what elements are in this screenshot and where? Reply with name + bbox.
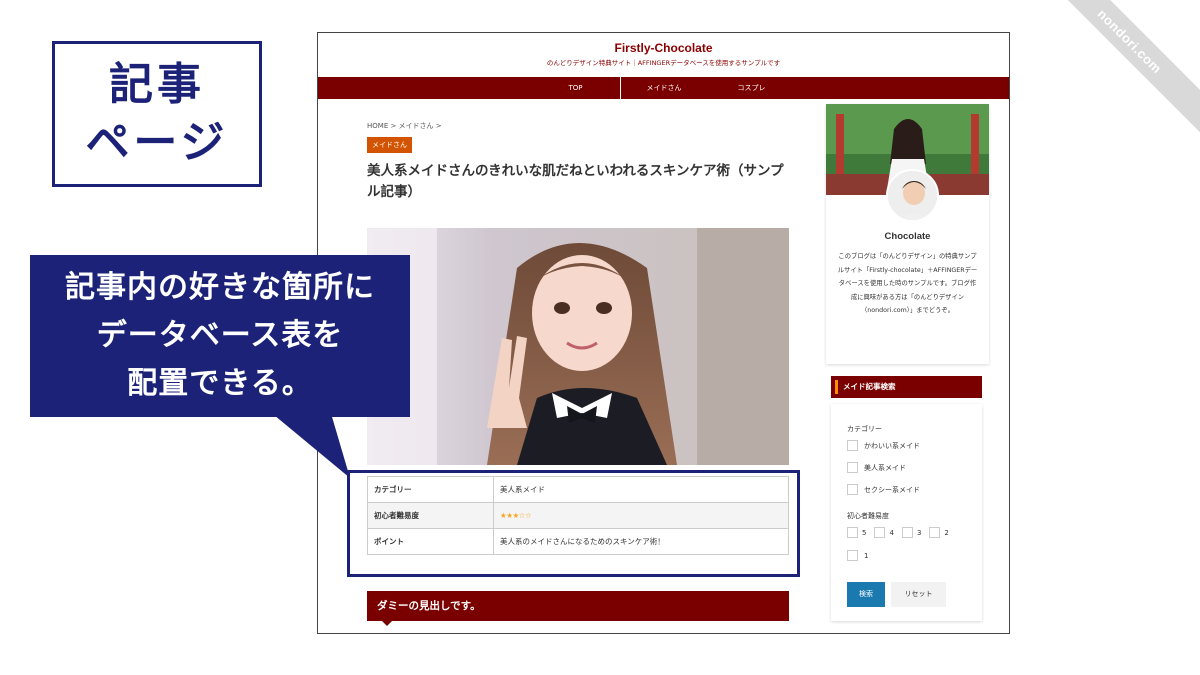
site-description: のんどりデザイン特典サイト｜AFFINGERデータベースを使用するサンプルです xyxy=(546,59,781,67)
checkbox[interactable] xyxy=(847,462,858,473)
slide-title-line1: 記事 xyxy=(109,59,205,110)
search-widget: カテゴリー かわいい系メイド 美人系メイド セクシー系メイド 初心者難易度 5 … xyxy=(831,404,982,621)
category-option-sexy[interactable]: セクシー系メイド xyxy=(847,484,920,495)
section-heading: ダミーの見出しです。 xyxy=(367,591,789,621)
avatar[interactable] xyxy=(886,169,939,222)
callout-line2: データベース表を xyxy=(96,318,344,353)
heading-notch xyxy=(382,621,392,626)
post-title: 美人系メイドさんのきれいな肌だねといわれるスキンケア術（サンプル記事） xyxy=(367,163,784,200)
slide: nondori.com 記事 ページ 記事内の好きな箇所に データベース表を 配… xyxy=(0,0,1200,675)
search-button[interactable]: 検索 xyxy=(847,582,885,607)
category-badge[interactable]: メイドさん xyxy=(367,137,412,153)
checkbox[interactable] xyxy=(847,527,858,538)
category-label: カテゴリー xyxy=(847,425,882,433)
checkbox[interactable] xyxy=(847,550,858,561)
global-nav: TOP メイドさん コスプレ xyxy=(318,77,1009,99)
slide-title-line2: ページ xyxy=(85,117,229,168)
hero-image xyxy=(367,228,789,465)
profile-card: Chocolate このブログは「のんどりデザイン」の特典サンプルサイト「Fir… xyxy=(826,104,989,364)
difficulty-option-4: 4 xyxy=(889,528,894,537)
category-option-label: 美人系メイド xyxy=(864,463,906,472)
profile-name: Chocolate xyxy=(884,231,931,242)
site-title[interactable]: Firstly-Chocolate xyxy=(318,41,1009,55)
slide-title-box: 記事 ページ xyxy=(52,41,262,187)
search-widget-heading: メイド記事検索 xyxy=(831,376,982,398)
checkbox[interactable] xyxy=(901,527,913,538)
nav-item-cosplay[interactable]: コスプレ xyxy=(708,77,796,99)
site-header: Firstly-Chocolate のんどりデザイン特典サイト｜AFFINGER… xyxy=(318,33,1009,77)
callout-line1: 記事内の好きな箇所に xyxy=(65,270,375,305)
difficulty-option-2: 2 xyxy=(944,528,949,537)
difficulty-option-5: 5 xyxy=(862,528,867,537)
nav-item-top[interactable]: TOP xyxy=(532,77,620,99)
category-option-cute[interactable]: かわいい系メイド xyxy=(847,440,920,451)
checkbox[interactable] xyxy=(847,484,858,495)
difficulty-options: 5 4 3 2 xyxy=(847,527,957,538)
ribbon-text: nondori.com xyxy=(1094,5,1166,77)
table-highlight-frame xyxy=(347,470,800,577)
difficulty-option-1: 1 xyxy=(864,551,869,560)
article-header: HOME > メイドさん > メイドさん 美人系メイドさんのきれいな肌だねといわ… xyxy=(367,121,789,203)
callout-line3: 配置できる。 xyxy=(127,366,313,401)
checkbox[interactable] xyxy=(929,527,941,538)
profile-text: このブログは「のんどりデザイン」の特典サンプルサイト「Firstly-choco… xyxy=(837,253,978,314)
nav-item-maid[interactable]: メイドさん xyxy=(619,77,708,99)
difficulty-label: 初心者難易度 xyxy=(847,512,889,520)
breadcrumb[interactable]: HOME > メイドさん > xyxy=(367,121,789,131)
maid-photo xyxy=(367,228,789,465)
category-option-label: かわいい系メイド xyxy=(864,441,920,450)
checkbox[interactable] xyxy=(874,527,886,538)
difficulty-option-3: 3 xyxy=(916,528,922,537)
corner-ribbon: nondori.com xyxy=(1027,0,1200,144)
reset-button[interactable]: リセット xyxy=(891,582,946,607)
category-option-label: セクシー系メイド xyxy=(864,485,920,494)
checkbox[interactable] xyxy=(847,440,858,451)
callout-box: 記事内の好きな箇所に データベース表を 配置できる。 xyxy=(30,255,410,417)
difficulty-option-row-1[interactable]: 1 xyxy=(847,550,868,561)
category-option-beauty[interactable]: 美人系メイド xyxy=(847,462,906,473)
